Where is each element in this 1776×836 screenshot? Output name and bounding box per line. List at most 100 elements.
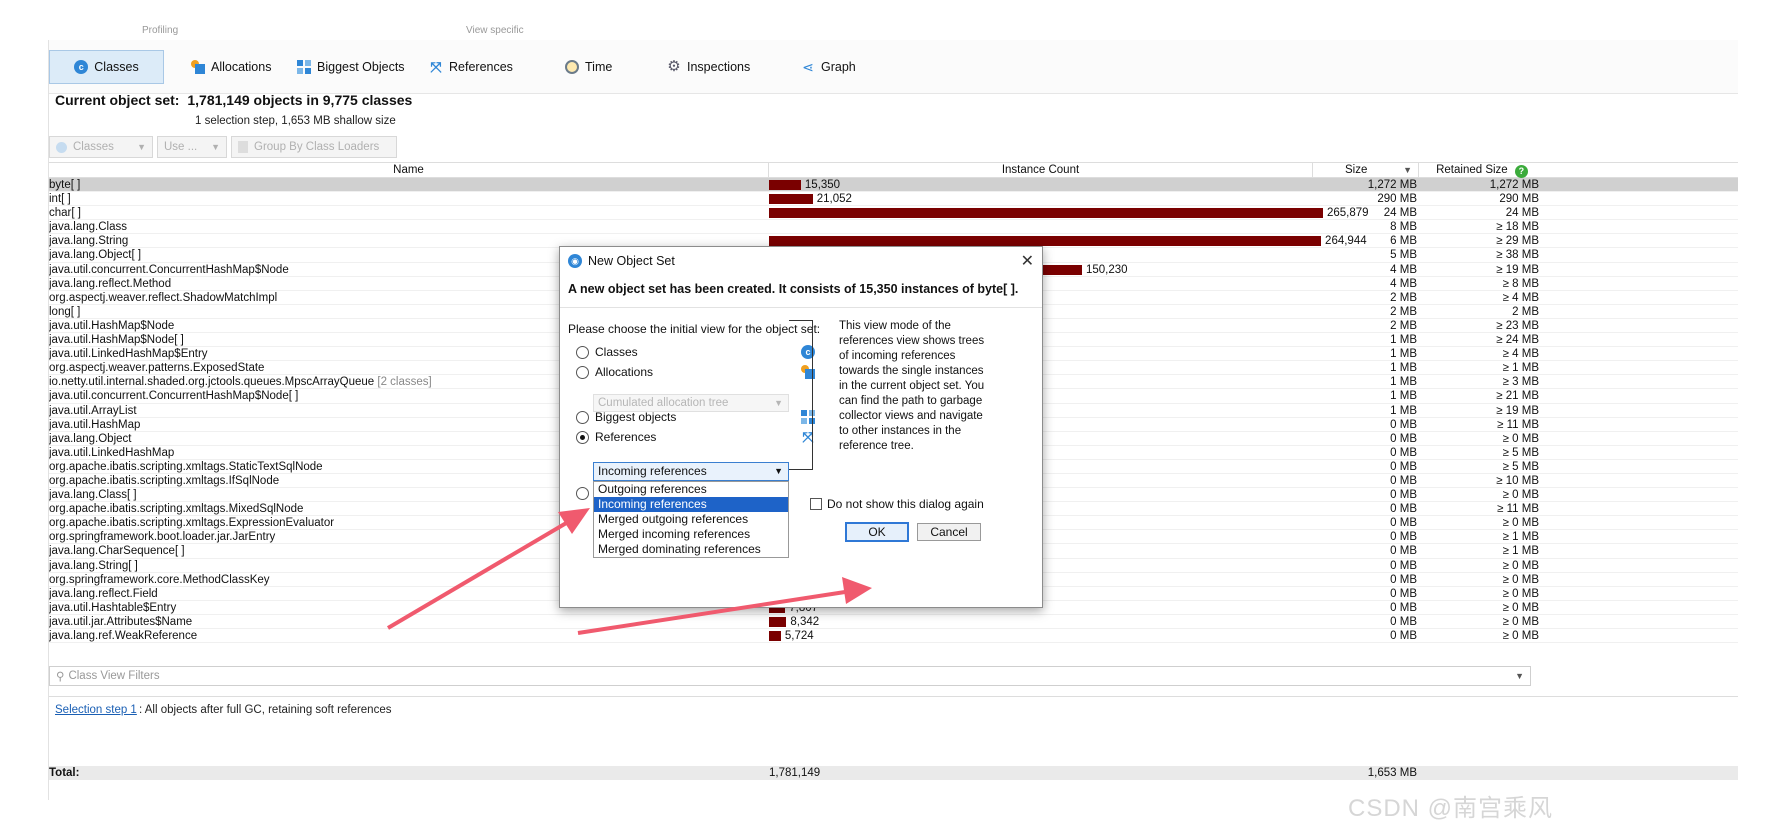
- option-references[interactable]: References: [576, 429, 656, 445]
- tab-graph[interactable]: ⋖ Graph: [791, 50, 866, 84]
- watermark: CSDN @南宫乘风: [1348, 795, 1554, 822]
- class-name-cell: java.lang.Class: [49, 220, 767, 234]
- size-cell: 0 MB: [1390, 418, 1417, 431]
- column-header-retained-size[interactable]: Retained Size ?: [1419, 163, 1545, 178]
- tab-classes[interactable]: c Classes: [49, 50, 164, 84]
- dropdown-option[interactable]: Merged outgoing references: [594, 512, 788, 527]
- column-header-name[interactable]: Name: [49, 163, 769, 178]
- class-name-text: java.util.concurrent.ConcurrentHashMap$N…: [49, 263, 289, 276]
- dont-show-label: Do not show this dialog again: [827, 497, 984, 511]
- use-button[interactable]: Use ... ▼: [157, 136, 227, 158]
- retained-size-cell: ≥ 38 MB: [1496, 249, 1539, 262]
- table-row[interactable]: java.lang.Class 8 MB ≥ 18 MB: [49, 220, 1738, 235]
- tab-references[interactable]: ⤧ References: [419, 50, 523, 84]
- retained-size-cell: ≥ 21 MB: [1496, 390, 1539, 403]
- dialog-prompt: Please choose the initial view for the o…: [568, 322, 821, 336]
- dropdown-option[interactable]: Outgoing references: [594, 482, 788, 497]
- biggest-objects-radio[interactable]: [576, 410, 589, 424]
- tab-biggest-objects[interactable]: Biggest Objects: [287, 50, 415, 84]
- use-label: Use ...: [164, 141, 198, 153]
- dont-show-again[interactable]: Do not show this dialog again: [810, 497, 984, 511]
- tab-allocations[interactable]: Allocations: [181, 50, 281, 84]
- retained-size-cell: ≥ 1 MB: [1502, 545, 1539, 558]
- classes-view-select[interactable]: Classes ▼: [49, 136, 153, 158]
- dialog-title-bar: ◉ New Object Set: [560, 247, 1042, 275]
- tab-inspections[interactable]: ⚙ Inspections: [657, 50, 760, 84]
- graph-icon: ⋖: [802, 59, 814, 75]
- class-name-text: java.util.Hashtable$Entry: [49, 601, 177, 614]
- class-name-text: java.util.concurrent.ConcurrentHashMap$N…: [49, 390, 299, 403]
- size-cell: 2 MB: [1390, 291, 1417, 304]
- class-view-filter-input[interactable]: ⚲ Class View Filters ▼: [49, 666, 1531, 686]
- hidden-option-radio[interactable]: [576, 487, 589, 500]
- total-count: 1,781,149: [769, 767, 821, 779]
- column-header-size[interactable]: Size ▼: [1313, 163, 1419, 178]
- cancel-button[interactable]: Cancel: [917, 523, 981, 541]
- class-name-text: org.aspectj.weaver.reflect.ShadowMatchIm…: [49, 291, 278, 304]
- class-name-text: java.lang.Object: [49, 432, 132, 445]
- size-cell: 1 MB: [1390, 362, 1417, 375]
- ok-button[interactable]: OK: [845, 522, 909, 542]
- allocations-radio[interactable]: [576, 365, 589, 379]
- class-name-text: java.util.HashMap: [49, 418, 141, 431]
- table-row[interactable]: byte[ ] 15,350 1,272 MB 1,272 MB: [49, 178, 1738, 193]
- retained-size-cell: ≥ 1 MB: [1502, 531, 1539, 544]
- class-name-cell: java.util.jar.Attributes$Name: [49, 615, 767, 629]
- class-c-icon: c: [74, 60, 89, 74]
- dropdown-option[interactable]: Merged incoming references: [594, 527, 788, 542]
- instance-count-value: 5,724: [784, 630, 814, 642]
- dropdown-option[interactable]: Incoming references: [594, 497, 788, 512]
- classes-radio[interactable]: [576, 345, 589, 359]
- retained-size-cell: ≥ 19 MB: [1496, 263, 1539, 276]
- help-icon[interactable]: ?: [1514, 165, 1528, 178]
- chevron-down-icon: ▼: [774, 398, 783, 408]
- retained-size-cell: ≥ 24 MB: [1496, 334, 1539, 347]
- size-cell: 0 MB: [1390, 432, 1417, 445]
- table-row[interactable]: int[ ] 21,052 290 MB 290 MB: [49, 192, 1738, 207]
- table-row[interactable]: char[ ] 265,879 24 MB 24 MB: [49, 206, 1738, 221]
- tab-label: Biggest Objects: [317, 60, 405, 74]
- retained-size-cell: ≥ 0 MB: [1502, 489, 1539, 502]
- tab-label: Graph: [821, 60, 856, 74]
- tab-time[interactable]: Time: [555, 50, 622, 84]
- retained-size-cell: ≥ 5 MB: [1502, 446, 1539, 459]
- selection-step-description: : All objects after full GC, retaining s…: [139, 704, 392, 716]
- option-classes[interactable]: Classes: [576, 344, 638, 360]
- selection-step-link[interactable]: Selection step 1: [55, 704, 137, 716]
- tab-label: Time: [585, 60, 613, 74]
- retained-size-cell: ≥ 1 MB: [1502, 362, 1539, 375]
- class-name-text: java.lang.CharSequence[ ]: [49, 545, 185, 558]
- table-row[interactable]: java.util.jar.Attributes$Name 8,342 0 MB ≥ …: [49, 615, 1738, 629]
- size-cell: 1 MB: [1390, 334, 1417, 347]
- instance-count-value: 15,350: [804, 179, 841, 191]
- option-biggest-objects[interactable]: Biggest objects: [576, 409, 676, 425]
- instance-count-value: 150,230: [1086, 263, 1128, 276]
- close-icon[interactable]: ✕: [1021, 251, 1034, 271]
- option-allocations[interactable]: Allocations: [576, 364, 653, 380]
- chevron-down-icon[interactable]: ▼: [1515, 671, 1524, 681]
- retained-header-label: Retained Size: [1436, 164, 1508, 176]
- class-name-text: java.lang.Object[ ]: [49, 249, 142, 262]
- class-name-text: org.aspectj.weaver.patterns.ExposedState: [49, 362, 265, 375]
- size-cell: 4 MB: [1390, 277, 1417, 290]
- dont-show-checkbox[interactable]: [810, 498, 822, 510]
- references-radio[interactable]: [576, 430, 589, 444]
- size-cell: 6 MB: [1390, 235, 1417, 248]
- size-cell: 1 MB: [1390, 348, 1417, 361]
- sort-descending-icon: ▼: [1403, 165, 1412, 175]
- group-by-class-loaders-button[interactable]: Group By Class Loaders: [231, 136, 397, 158]
- reference-type-select[interactable]: Incoming references ▼: [593, 462, 789, 481]
- classes-view-label: Classes: [73, 141, 114, 153]
- class-name-text: org.springframework.boot.loader.jar.JarE…: [49, 531, 276, 544]
- dropdown-option[interactable]: Merged dominating references: [594, 542, 788, 557]
- class-name-cell: int[ ]: [49, 192, 767, 206]
- retained-size-cell: ≥ 11 MB: [1497, 418, 1539, 431]
- summary-value: 1,781,149 objects in 9,775 classes: [187, 92, 413, 108]
- dialog-title: New Object Set: [588, 254, 675, 268]
- size-cell: 0 MB: [1390, 559, 1417, 572]
- table-row[interactable]: java.lang.ref.WeakReference 5,724 0 MB ≥ 0 …: [49, 629, 1738, 644]
- search-icon: ⚲: [56, 671, 65, 683]
- description-bracket: [789, 320, 813, 470]
- class-c-icon: [56, 141, 67, 153]
- column-header-instance-count[interactable]: Instance Count: [769, 163, 1313, 178]
